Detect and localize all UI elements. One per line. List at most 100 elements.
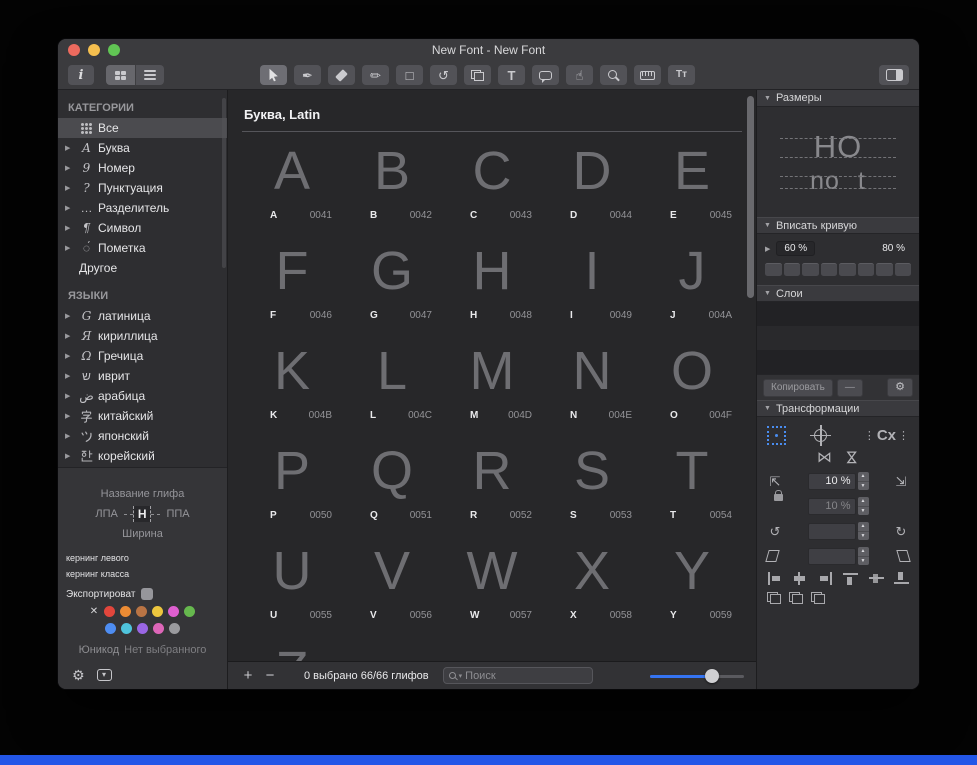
glyph-cell-C[interactable]: CC0043 [442, 134, 542, 234]
glyph-scrollbar[interactable] [747, 96, 754, 298]
transform-selection-origin-icon[interactable] [767, 426, 786, 445]
clear-color-label-icon[interactable]: ✕ [90, 606, 98, 617]
layer-row[interactable] [757, 302, 919, 326]
color-label-swatch[interactable] [153, 623, 164, 634]
close-button[interactable] [68, 44, 80, 56]
color-label-swatch[interactable] [184, 606, 195, 617]
fit-max-value[interactable]: 80 % [882, 243, 905, 254]
minimize-button[interactable] [88, 44, 100, 56]
search-field[interactable]: ▾ [443, 667, 593, 684]
dimensions-section-header[interactable]: ▼ Размеры [757, 90, 919, 107]
remove-layer-button[interactable]: — [837, 379, 863, 397]
fit-step-8[interactable] [895, 263, 912, 276]
search-input[interactable] [465, 670, 586, 682]
glyph-cell-D[interactable]: DD0044 [542, 134, 642, 234]
select-tool[interactable] [260, 65, 287, 85]
pen-tool[interactable]: ✒ [294, 65, 321, 85]
export-checkbox[interactable] [141, 588, 153, 600]
pencil-tool[interactable]: ✏ [362, 65, 389, 85]
glyph-cell-E[interactable]: EE0045 [642, 134, 742, 234]
sidebar-item-japanese[interactable]: ▶японский [58, 426, 227, 446]
subtract-shapes-button-icon[interactable] [789, 592, 803, 604]
disclosure-icon[interactable]: ▶ [65, 224, 78, 232]
fit-step-5[interactable] [839, 263, 856, 276]
stepper-up-icon[interactable]: ▲ [858, 472, 869, 481]
mirror-horizontal-icon[interactable]: ⋈ [817, 450, 832, 465]
glyph-cell-T[interactable]: TT0054 [642, 434, 742, 534]
disclosure-icon[interactable]: ▶ [65, 144, 78, 152]
glyph-cell-G[interactable]: GG0047 [342, 234, 442, 334]
color-label-swatch[interactable] [105, 623, 116, 634]
color-label-swatch[interactable] [120, 606, 131, 617]
transform-tool[interactable] [464, 65, 491, 85]
transformations-section-header[interactable]: ▼ Трансформации [757, 400, 919, 417]
disclosure-icon[interactable]: ▶ [65, 312, 78, 320]
glyph-cell-W[interactable]: WW0057 [442, 534, 542, 634]
glyph-cell-K[interactable]: KK004B [242, 334, 342, 434]
disclosure-icon[interactable]: ▶ [65, 352, 78, 360]
sidebar-item-symbol[interactable]: ▶¶Символ [58, 218, 227, 238]
fit-step-1[interactable] [765, 263, 782, 276]
glyph-cell-Z[interactable]: ZZ005A [242, 634, 342, 661]
sidebar-item-number[interactable]: ▶9Номер [58, 158, 227, 178]
layer-row[interactable] [757, 326, 919, 350]
fit-min-value[interactable]: 60 % [776, 241, 815, 256]
merge-shapes-button-icon[interactable] [767, 592, 781, 604]
glyph-cell-R[interactable]: RR0052 [442, 434, 542, 534]
color-label-swatch[interactable] [137, 623, 148, 634]
glyph-cell-A[interactable]: AA0041 [242, 134, 342, 234]
primitives-tool[interactable]: □ [396, 65, 423, 85]
disclosure-icon[interactable]: ▶ [65, 432, 78, 440]
align-center-v-button-icon[interactable] [869, 572, 884, 585]
rotate-tool[interactable]: ↺ [430, 65, 457, 85]
slant-right-icon[interactable] [896, 550, 910, 562]
sidebar-item-letter[interactable]: ▶AБуква [58, 138, 227, 158]
layers-section-header[interactable]: ▼ Слои [757, 285, 919, 302]
fit-step-2[interactable] [784, 263, 801, 276]
sidebar-scrollbar[interactable] [222, 98, 226, 268]
stepper-up-icon[interactable]: ▲ [858, 547, 869, 556]
stepper-down-icon[interactable]: ▼ [858, 531, 869, 541]
slant-angle-input[interactable] [808, 548, 856, 565]
sidebar-item-separator[interactable]: ▶…Разделитель [58, 198, 227, 218]
color-label-swatch[interactable] [168, 606, 179, 617]
glyph-cell-S[interactable]: SS0053 [542, 434, 642, 534]
glyph-cell-F[interactable]: FF0046 [242, 234, 342, 334]
scale-up-icon[interactable]: ⇱ [767, 475, 783, 488]
rotate-stepper[interactable]: ▲▼ [858, 522, 869, 540]
sidebar-item-other[interactable]: Другое [58, 258, 227, 278]
align-center-h-button-icon[interactable] [792, 572, 807, 585]
disclosure-icon[interactable]: ▶ [65, 332, 78, 340]
zoom-slider-thumb[interactable] [705, 669, 719, 683]
stepper-up-icon[interactable]: ▲ [858, 522, 869, 531]
grid-view-button[interactable] [106, 65, 135, 85]
glyph-cell-U[interactable]: UU0055 [242, 534, 342, 634]
lock-icon[interactable] [774, 494, 783, 501]
glyph-cell-J[interactable]: JJ004A [642, 234, 742, 334]
rotate-angle-input[interactable] [808, 523, 856, 540]
disclosure-icon[interactable]: ▶ [65, 452, 78, 460]
disclosure-icon[interactable]: ▶ [65, 372, 78, 380]
glyph-cell-Q[interactable]: QQ0051 [342, 434, 442, 534]
stepper-down-icon[interactable]: ▼ [858, 556, 869, 566]
color-label-swatch[interactable] [169, 623, 180, 634]
layer-row[interactable] [757, 350, 919, 374]
info-button[interactable]: i [68, 65, 94, 85]
glyph-cell-I[interactable]: II0049 [542, 234, 642, 334]
sidebar-item-punctuation[interactable]: ▶?Пунктуация [58, 178, 227, 198]
sidebar-item-arabic[interactable]: ▶ضарабица [58, 386, 227, 406]
layer-settings-button[interactable]: ⚙ [887, 378, 913, 397]
glyph-cell-B[interactable]: BB0042 [342, 134, 442, 234]
scale-x-input[interactable]: 10 % [808, 473, 856, 490]
fullscreen-button[interactable] [108, 44, 120, 56]
scale-y-stepper[interactable]: ▲▼ [858, 497, 869, 515]
glyph-cell-L[interactable]: LL004C [342, 334, 442, 434]
fit-curve-section-header[interactable]: ▼ Вписать кривую [757, 217, 919, 234]
slant-stepper[interactable]: ▲▼ [858, 547, 869, 565]
disclosure-icon[interactable]: ▶ [65, 412, 78, 420]
disclosure-icon[interactable]: ▶ [65, 184, 78, 192]
sidebar-item-cyrillic[interactable]: ▶Якириллица [58, 326, 227, 346]
copy-layer-button[interactable]: Копировать [763, 379, 833, 397]
fit-disclosure-icon[interactable]: ▶ [765, 245, 770, 253]
disclosure-icon[interactable]: ▶ [65, 164, 78, 172]
